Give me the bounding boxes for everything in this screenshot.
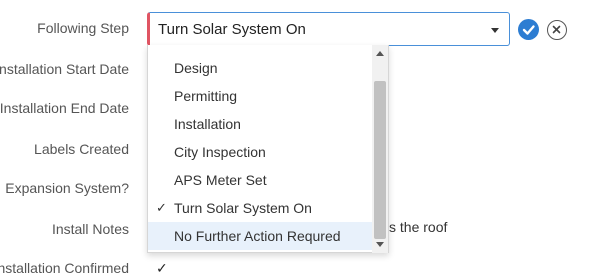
option-aps-meter-set[interactable]: APS Meter Set bbox=[148, 166, 374, 194]
check-circle-icon bbox=[522, 25, 535, 35]
close-circle-icon bbox=[552, 25, 561, 34]
label-installation-end-date: Installation End Date bbox=[0, 100, 129, 116]
option-label: APS Meter Set bbox=[174, 172, 267, 188]
option-label: Permitting bbox=[174, 88, 238, 104]
option-label: No Further Action Requred bbox=[174, 228, 341, 244]
following-step-select[interactable]: Turn Solar System On bbox=[147, 12, 510, 46]
following-step-dropdown: Design Permitting Installation City Insp… bbox=[147, 45, 389, 253]
installation-confirmed-check-icon[interactable]: ✓ bbox=[156, 260, 168, 277]
option-no-further-action[interactable]: No Further Action Requred bbox=[148, 222, 374, 250]
option-city-inspection[interactable]: City Inspection bbox=[148, 138, 374, 166]
scroll-up-arrow-icon[interactable] bbox=[376, 51, 384, 56]
scroll-down-arrow-icon[interactable] bbox=[376, 242, 384, 247]
option-label: City Inspection bbox=[174, 144, 266, 160]
install-notes-value[interactable]: s the roof bbox=[389, 219, 447, 235]
option-label: Design bbox=[174, 60, 218, 76]
dropdown-scrollbar[interactable] bbox=[372, 45, 388, 253]
label-install-notes: Install Notes bbox=[51, 221, 129, 237]
option-installation[interactable]: Installation bbox=[148, 110, 374, 138]
label-installation-confirmed: Installation Confirmed bbox=[0, 260, 129, 276]
checkmark-icon: ✓ bbox=[156, 200, 167, 215]
option-permitting[interactable]: Permitting bbox=[148, 82, 374, 110]
cancel-button[interactable] bbox=[547, 20, 567, 40]
label-expansion-system: Expansion System? bbox=[5, 180, 129, 196]
option-turn-solar-system-on[interactable]: ✓ Turn Solar System On bbox=[148, 194, 374, 222]
scrollbar-thumb[interactable] bbox=[374, 81, 386, 239]
select-current-value: Turn Solar System On bbox=[158, 21, 306, 38]
label-labels-created: Labels Created bbox=[34, 141, 129, 157]
label-installation-start-date: Installation Start Date bbox=[0, 61, 129, 77]
chevron-down-icon[interactable] bbox=[491, 28, 499, 33]
option-label: Turn Solar System On bbox=[174, 200, 312, 216]
option-design[interactable]: Design bbox=[148, 54, 374, 82]
confirm-button[interactable] bbox=[518, 19, 539, 40]
option-label: Installation bbox=[174, 116, 241, 132]
label-following-step: Following Step bbox=[37, 20, 129, 36]
